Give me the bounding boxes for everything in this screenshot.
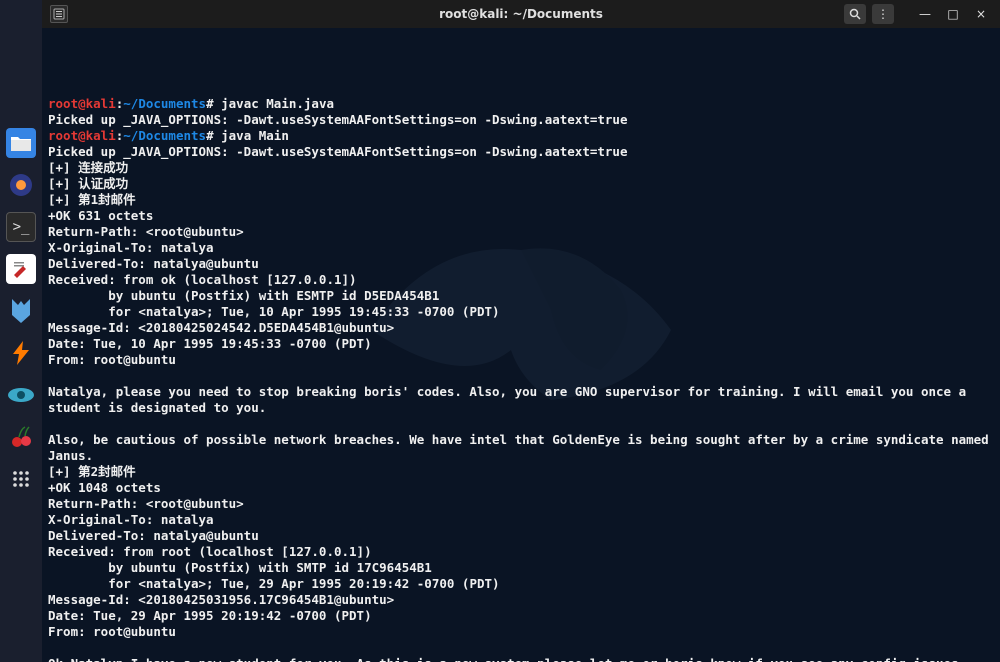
output-line: Delivered-To: natalya@ubuntu [48,256,259,271]
output-line: Received: from root (localhost [127.0.0.… [48,544,372,559]
apps-grid-icon[interactable] [6,464,36,494]
maximize-button[interactable]: □ [942,4,964,24]
window-title: root@kali: ~/Documents [439,7,603,21]
burp-icon[interactable] [6,338,36,368]
text-editor-icon[interactable] [6,254,36,284]
output-line: [+] 第2封邮件 [48,464,136,479]
output-line: Picked up _JAVA_OPTIONS: -Dawt.useSystem… [48,112,627,127]
firefox-icon[interactable] [6,170,36,200]
terminal-window: root@kali: ~/Documents ⋮ — □ × root@kali… [42,0,1000,662]
output-line: From: root@ubuntu [48,624,176,639]
output-line: X-Original-To: natalya [48,512,214,527]
output-line: for <natalya>; Tue, 29 Apr 1995 20:19:42… [48,576,500,591]
output-line: X-Original-To: natalya [48,240,214,255]
command-text: java Main [221,128,289,143]
dock: >_ [0,0,42,662]
output-line: Ok Natalyn I have a new student for you.… [48,656,974,662]
menu-icon[interactable]: ⋮ [872,4,894,24]
output-line: [+] 连接成功 [48,160,128,175]
output-line: [+] 认证成功 [48,176,128,191]
search-icon[interactable] [844,4,866,24]
output-line: by ubuntu (Postfix) with ESMTP id D5EDA4… [48,288,439,303]
output-line: Received: from ok (localhost [127.0.0.1]… [48,272,357,287]
output-line: Return-Path: <root@ubuntu> [48,224,244,239]
output-line: Also, be cautious of possible network br… [48,432,996,463]
output-line: Message-Id: <20180425024542.D5EDA454B1@u… [48,320,394,335]
dock-spacer [6,6,36,116]
output-line: Picked up _JAVA_OPTIONS: -Dawt.useSystem… [48,144,627,159]
output-line: Natalya, please you need to stop breakin… [48,384,974,415]
output-line: Message-Id: <20180425031956.17C96454B1@u… [48,592,394,607]
output-line: by ubuntu (Postfix) with SMTP id 17C9645… [48,560,432,575]
output-line: for <natalya>; Tue, 10 Apr 1995 19:45:33… [48,304,500,319]
metasploit-icon[interactable] [6,296,36,326]
wireshark-icon[interactable] [6,380,36,410]
output-line: Delivered-To: natalya@ubuntu [48,528,259,543]
output-line: +OK 631 octets [48,208,153,223]
close-button[interactable]: × [970,4,992,24]
prompt-path: ~/Documents [123,128,206,143]
prompt-symbol: # [206,128,214,143]
prompt-symbol: # [206,96,214,111]
output-line: +OK 1048 octets [48,480,161,495]
prompt-user: root@kali [48,128,116,143]
output-line: Date: Tue, 29 Apr 1995 20:19:42 -0700 (P… [48,608,372,623]
terminal-app-icon[interactable]: >_ [6,212,36,242]
output-line: From: root@ubuntu [48,352,176,367]
app-menu-icon[interactable] [50,5,68,23]
titlebar: root@kali: ~/Documents ⋮ — □ × [42,0,1000,28]
output-line: [+] 第1封邮件 [48,192,136,207]
terminal-body[interactable]: root@kali:~/Documents# javac Main.java P… [42,28,1000,662]
files-icon[interactable] [6,128,36,158]
prompt-path: ~/Documents [123,96,206,111]
cherrytree-icon[interactable] [6,422,36,452]
output-line: Return-Path: <root@ubuntu> [48,496,244,511]
prompt-user: root@kali [48,96,116,111]
command-text: javac Main.java [221,96,334,111]
output-line: Date: Tue, 10 Apr 1995 19:45:33 -0700 (P… [48,336,372,351]
minimize-button[interactable]: — [914,4,936,24]
